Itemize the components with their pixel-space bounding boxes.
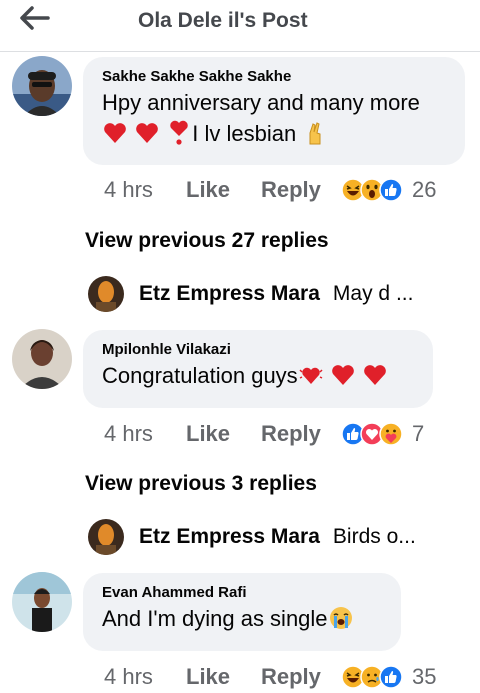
avatar[interactable] bbox=[12, 572, 72, 632]
avatar[interactable] bbox=[88, 519, 124, 555]
comment-actions: 4 hrs Like Reply 26 bbox=[104, 175, 436, 205]
beating-heart-icon bbox=[298, 362, 324, 388]
comment-text-body: Congratulation guys bbox=[102, 363, 298, 388]
avatar[interactable] bbox=[88, 276, 124, 312]
comment-actions: 4 hrs Like Reply 7 bbox=[104, 419, 424, 449]
reply-text: Birds o... bbox=[332, 525, 416, 548]
heart-icon bbox=[362, 362, 388, 388]
like-reaction-icon bbox=[379, 665, 403, 689]
reaction-count[interactable]: 35 bbox=[412, 664, 436, 690]
comment-author[interactable]: Evan Ahammed Rafi bbox=[102, 583, 383, 603]
heart-exclamation-icon bbox=[166, 120, 192, 146]
avatar[interactable] bbox=[12, 329, 72, 389]
reply-preview[interactable]: Etz Empress Mara May d ... bbox=[88, 275, 413, 313]
heart-icon bbox=[102, 120, 128, 146]
comment-bubble[interactable]: Sakhe Sakhe Sakhe Sakhe Hpy anniversary … bbox=[83, 57, 465, 165]
comment-timestamp[interactable]: 4 hrs bbox=[104, 421, 186, 447]
comment-author[interactable]: Sakhe Sakhe Sakhe Sakhe bbox=[102, 67, 447, 87]
like-reaction-icon bbox=[379, 178, 403, 202]
view-previous-replies[interactable]: View previous 3 replies bbox=[85, 472, 317, 496]
back-button[interactable] bbox=[18, 6, 54, 30]
reaction-summary[interactable] bbox=[341, 422, 403, 446]
comment-text-line-2: I lv lesbian bbox=[102, 118, 447, 149]
comment-timestamp[interactable]: 4 hrs bbox=[104, 664, 186, 690]
reply-preview[interactable]: Etz Empress Mara Birds o... bbox=[88, 518, 416, 556]
reply-text: May d ... bbox=[332, 282, 414, 305]
crossed-fingers-icon bbox=[302, 120, 328, 146]
comment-actions: 4 hrs Like Reply 35 bbox=[104, 662, 436, 692]
comment-text-line-1: Hpy anniversary and many more bbox=[102, 90, 420, 115]
comment-author[interactable]: Mpilonhle Vilakazi bbox=[102, 340, 415, 360]
reply-button[interactable]: Reply bbox=[261, 421, 341, 447]
comment-bubble[interactable]: Mpilonhle Vilakazi Congratulation guys bbox=[83, 330, 433, 408]
reaction-summary[interactable] bbox=[341, 178, 403, 202]
page-title: Ola Dele il's Post bbox=[138, 9, 308, 32]
comment-text-suffix: I lv lesbian bbox=[192, 121, 297, 146]
arrow-left-icon bbox=[20, 6, 50, 30]
reply-author[interactable]: Etz Empress Mara bbox=[139, 282, 320, 306]
reaction-summary[interactable] bbox=[341, 665, 403, 689]
avatar[interactable] bbox=[12, 56, 72, 116]
care-reaction-icon bbox=[379, 422, 403, 446]
heart-icon bbox=[330, 362, 356, 388]
reply-author[interactable]: Etz Empress Mara bbox=[139, 525, 320, 549]
reaction-count[interactable]: 26 bbox=[412, 177, 436, 203]
like-button[interactable]: Like bbox=[186, 421, 261, 447]
comment-text-body: And I'm dying as single bbox=[102, 606, 328, 631]
post-header: Ola Dele il's Post bbox=[0, 0, 480, 52]
comment-text: Congratulation guys bbox=[102, 360, 415, 391]
reply-button[interactable]: Reply bbox=[261, 177, 341, 203]
like-button[interactable]: Like bbox=[186, 177, 261, 203]
comment-bubble[interactable]: Evan Ahammed Rafi And I'm dying as singl… bbox=[83, 573, 401, 651]
reaction-count[interactable]: 7 bbox=[412, 421, 424, 447]
reply-button[interactable]: Reply bbox=[261, 664, 341, 690]
view-previous-replies[interactable]: View previous 27 replies bbox=[85, 229, 329, 253]
loudly-crying-face-icon bbox=[328, 605, 354, 631]
heart-icon bbox=[134, 120, 160, 146]
comment-text: And I'm dying as single bbox=[102, 603, 383, 634]
like-button[interactable]: Like bbox=[186, 664, 261, 690]
comment-timestamp[interactable]: 4 hrs bbox=[104, 177, 186, 203]
